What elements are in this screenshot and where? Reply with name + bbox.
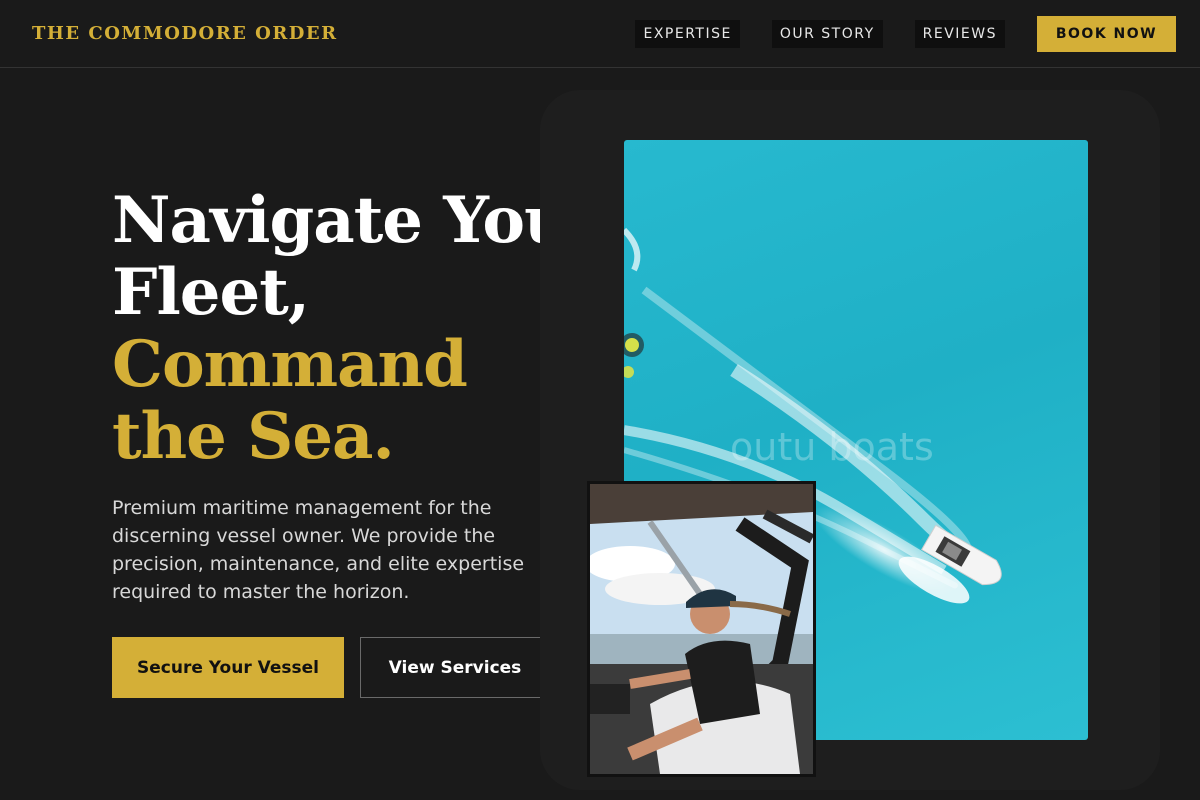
hero-title-line-2: Fleet, xyxy=(112,255,310,330)
nav-link-reviews[interactable]: REVIEWS xyxy=(914,19,1005,48)
nav-link-expertise[interactable]: EXPERTISE xyxy=(635,19,740,48)
hero-title-line-1: Navigate Your xyxy=(112,183,603,258)
hero-title: Navigate Your Fleet, Command the Sea. xyxy=(112,183,603,474)
hero-title-line-4: the Sea. xyxy=(112,399,395,474)
main-photo-watermark: outu boats xyxy=(730,425,934,469)
hero-description: Premium maritime management for the disc… xyxy=(112,497,525,603)
hero-title-line-3: Command xyxy=(112,327,468,402)
boat-driver-illustration xyxy=(590,484,813,774)
book-now-button[interactable]: BOOK NOW xyxy=(1037,15,1176,52)
view-services-button[interactable]: View Services xyxy=(360,637,550,698)
nav-link-our-story[interactable]: OUR STORY xyxy=(771,19,883,48)
brand-logo[interactable]: THE COMMODORE ORDER xyxy=(32,23,338,44)
nav-links: EXPERTISE OUR STORY REVIEWS xyxy=(635,19,1005,48)
secure-vessel-button[interactable]: Secure Your Vessel xyxy=(112,637,344,698)
hero-inset-photo xyxy=(587,481,816,777)
top-nav: THE COMMODORE ORDER EXPERTISE OUR STORY … xyxy=(0,0,1200,68)
